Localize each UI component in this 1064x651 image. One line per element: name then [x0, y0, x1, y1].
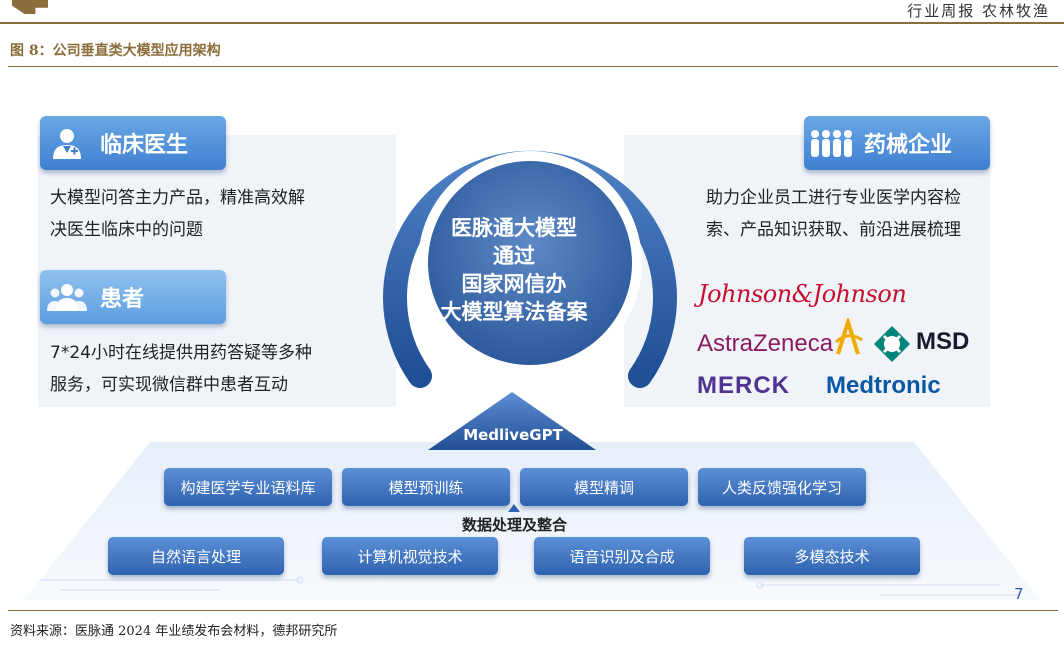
center-line-1: 医脉通大模型 [451, 216, 577, 240]
category-pharma-label: 药械企业 [864, 133, 953, 158]
logo-johnson-johnson: Johnson&Johnson [698, 280, 907, 308]
center-line-4: 大模型算法备案 [440, 300, 588, 324]
center-line-2: 通过 [493, 244, 535, 268]
caption-divider [8, 66, 1058, 67]
category-doctor-label: 临床医生 [100, 133, 189, 158]
figure-title: 图 8：公司垂直类大模型应用架构 [10, 43, 221, 59]
pharma-desc-line-1: 助力企业员工进行专业医学内容检 [706, 188, 961, 208]
pharma-desc-line-2: 索、产品知识获取、前沿进展梳理 [706, 220, 961, 240]
category-patient: 患者 [40, 270, 226, 324]
doctor-description: 大模型问答主力产品，精准高效解 决医生临床中的问题 [50, 182, 305, 246]
logo-astrazeneca: AstraZeneca [697, 330, 834, 357]
patient-desc-line-2: 服务，可实现微信群中患者互动 [50, 375, 288, 395]
logo-msd: MSD [916, 328, 970, 355]
capability-corpus: 构建医学专业语料库 [164, 468, 332, 506]
people-group-icon [804, 116, 858, 170]
footer-divider [8, 610, 1058, 611]
model-name-label: MedliveGPT [463, 426, 563, 444]
category-patient-label: 患者 [100, 287, 145, 312]
tech-nlp: 自然语言处理 [108, 537, 284, 575]
doctor-desc-line-2: 决医生临床中的问题 [50, 220, 203, 240]
doctor-desc-line-1: 大模型问答主力产品，精准高效解 [50, 188, 305, 208]
patient-desc-line-1: 7*24小时在线提供用药答疑等多种 [50, 343, 312, 363]
figure-source: 资料来源：医脉通 2024 年业绩发布会材料，德邦研究所 [10, 624, 338, 639]
report-logo [12, 0, 48, 14]
merge-arrow-icon [508, 504, 520, 512]
tech-computer-vision: 计算机视觉技术 [322, 537, 498, 575]
logo-merck: MERCK [697, 372, 790, 399]
doctor-icon [40, 116, 94, 170]
header-divider [0, 22, 1064, 24]
report-header-label: 行业周报 农林牧渔 [907, 2, 1050, 20]
capability-finetuning: 模型精调 [520, 468, 688, 506]
slide-page-number: 7 [1014, 585, 1024, 603]
logo-medtronic: Medtronic [826, 372, 941, 399]
tech-multimodal: 多模态技术 [744, 537, 920, 575]
category-pharma: 药械企业 [804, 116, 990, 170]
center-model-text: 医脉通大模型 通过 国家网信办 大模型算法备案 [414, 214, 614, 326]
category-doctor: 临床医生 [40, 116, 226, 170]
center-line-3: 国家网信办 [461, 272, 567, 296]
tech-speech: 语音识别及合成 [534, 537, 710, 575]
msd-mark-icon [874, 326, 910, 362]
data-merge-label: 数据处理及整合 [462, 516, 568, 534]
people-group-icon [40, 270, 94, 324]
capability-rlhf: 人类反馈强化学习 [698, 468, 866, 506]
capability-pretraining: 模型预训练 [342, 468, 510, 506]
patient-description: 7*24小时在线提供用药答疑等多种 服务，可实现微信群中患者互动 [50, 337, 312, 401]
astrazeneca-mark-icon [834, 318, 863, 355]
pharma-description: 助力企业员工进行专业医学内容检 索、产品知识获取、前沿进展梳理 [706, 182, 961, 246]
